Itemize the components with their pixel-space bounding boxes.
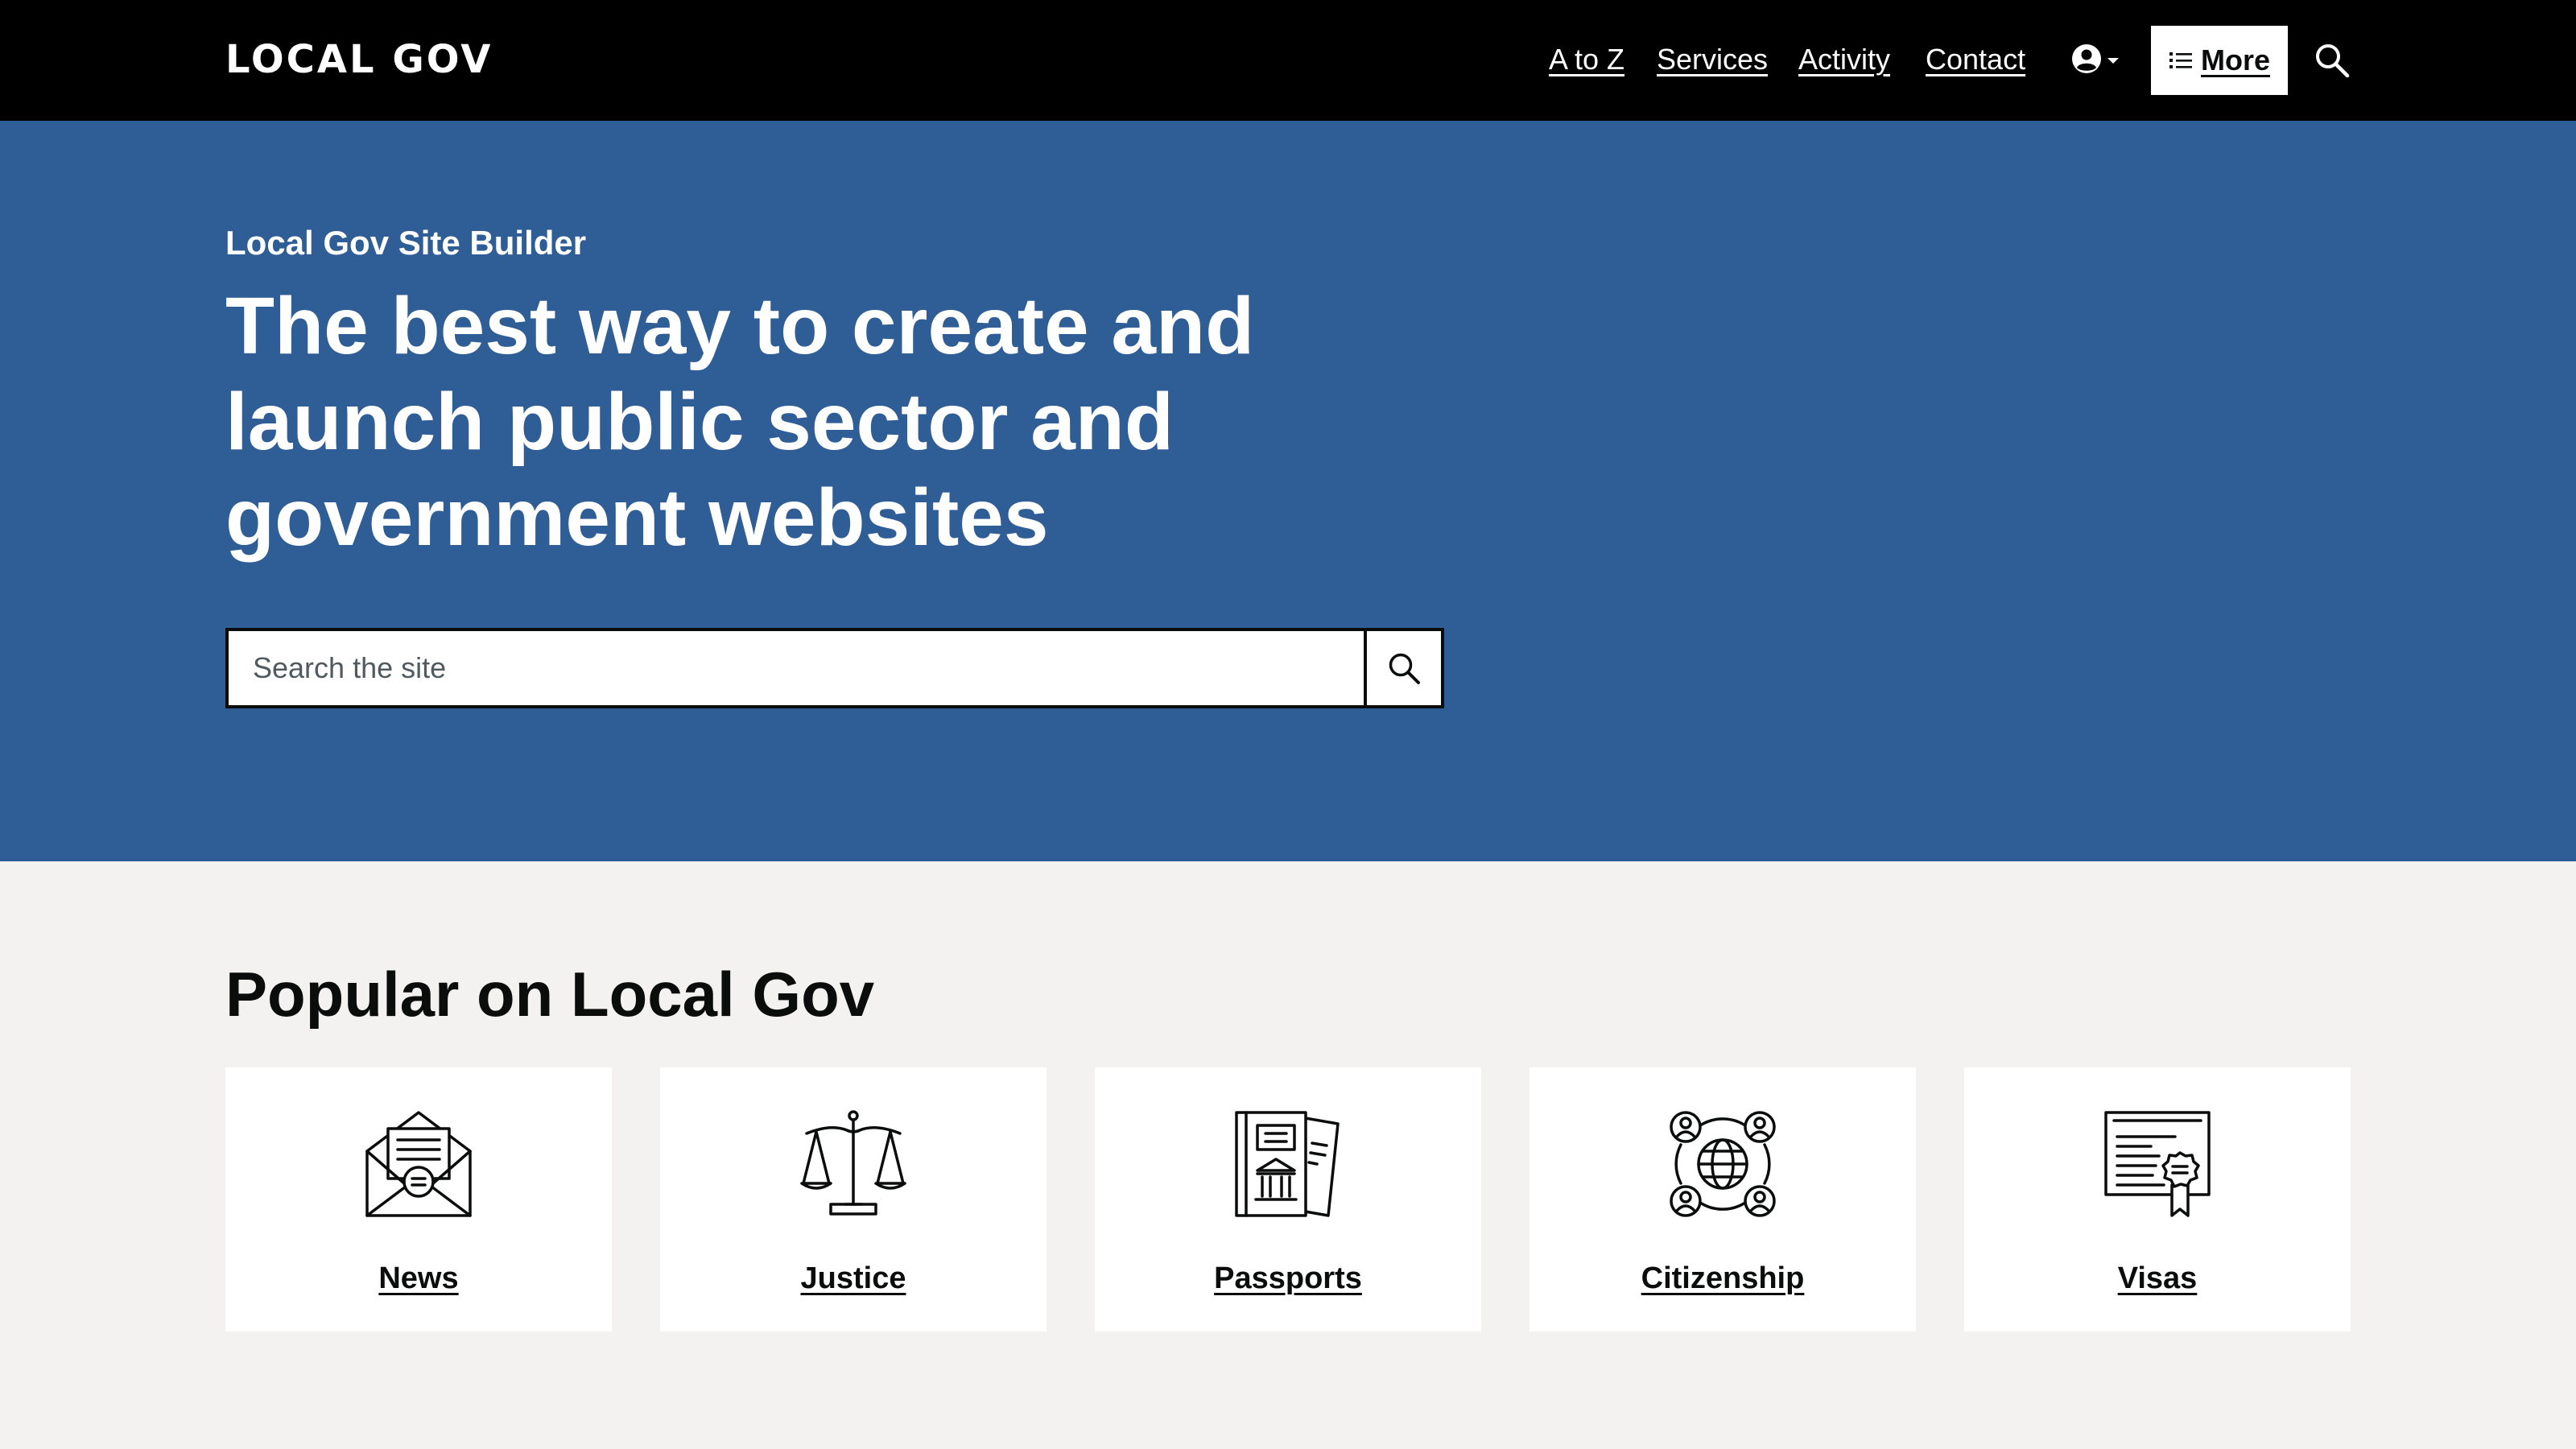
nav-link-contact[interactable]: Contact bbox=[1926, 39, 2025, 80]
search-icon bbox=[2316, 44, 2350, 78]
hero-title: The best way to create and launch public… bbox=[225, 281, 1255, 563]
header-search-button[interactable] bbox=[2314, 42, 2351, 79]
more-label: More bbox=[2200, 43, 2270, 76]
popular-card-label[interactable]: Citizenship bbox=[1530, 1257, 1916, 1299]
nav-link-services[interactable]: Services bbox=[1657, 39, 1768, 80]
popular-card-citizenship[interactable]: Citizenship bbox=[1530, 1067, 1916, 1331]
popular-card-label[interactable]: Justice bbox=[660, 1257, 1046, 1299]
popular-card-visas[interactable]: Visas bbox=[1964, 1067, 2351, 1331]
search-icon bbox=[1389, 653, 1420, 684]
hero-kicker: Local Gov Site Builder bbox=[225, 224, 587, 262]
popular-card-label[interactable]: News bbox=[225, 1257, 612, 1299]
site-search-form bbox=[225, 628, 1444, 708]
nav-link-activity[interactable]: Activity bbox=[1798, 39, 1890, 80]
user-circle-icon bbox=[2072, 44, 2101, 73]
site-header: LOCAL GOV A to Z Services Activity Conta… bbox=[0, 0, 2576, 121]
hero-banner: Local Gov Site Builder The best way to c… bbox=[0, 121, 2576, 861]
site-logo[interactable]: LOCAL GOV bbox=[225, 34, 493, 85]
account-menu-button[interactable] bbox=[2070, 42, 2127, 79]
globe-people-icon bbox=[1670, 1111, 1776, 1217]
certificate-icon bbox=[2104, 1111, 2211, 1217]
caret-down-icon bbox=[2107, 58, 2119, 64]
popular-card-passports[interactable]: Passports bbox=[1095, 1067, 1481, 1331]
scales-icon bbox=[800, 1110, 906, 1216]
popular-card-justice[interactable]: Justice bbox=[660, 1067, 1046, 1331]
popular-card-label[interactable]: Passports bbox=[1095, 1257, 1481, 1299]
popular-card-news[interactable]: News bbox=[225, 1067, 612, 1331]
site-search-input[interactable] bbox=[229, 631, 1364, 705]
popular-card-label[interactable]: Visas bbox=[1964, 1257, 2351, 1299]
more-menu-button[interactable]: More bbox=[2151, 26, 2288, 95]
site-search-submit-button[interactable] bbox=[1364, 631, 1441, 705]
passport-document-icon bbox=[1235, 1111, 1340, 1217]
envelope-news-icon bbox=[365, 1111, 472, 1217]
nav-link-a-to-z[interactable]: A to Z bbox=[1549, 39, 1624, 80]
list-icon bbox=[2169, 52, 2192, 68]
popular-section-title: Popular on Local Gov bbox=[225, 959, 875, 1030]
